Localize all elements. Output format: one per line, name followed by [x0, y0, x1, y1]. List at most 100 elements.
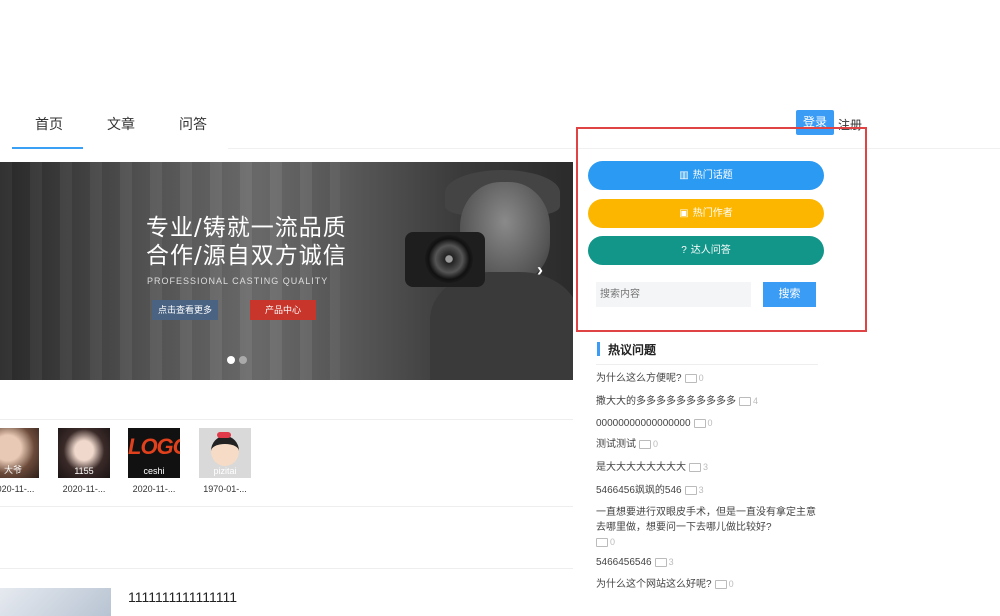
search-button[interactable]: 搜索 [763, 282, 816, 307]
banner-background [0, 162, 340, 380]
banner-carousel[interactable]: 专业/铸就一流品质 合作/源自双方诚信 PROFESSIONAL CASTING… [0, 162, 573, 380]
user-date: 2020-11-... [132, 484, 176, 494]
comment-icon [739, 397, 751, 407]
cartoon-face-icon [211, 436, 239, 466]
hot-authors-button[interactable]: ▣ 热门作者 [588, 199, 824, 228]
user-name: pizitai [213, 466, 237, 476]
expert-qa-button[interactable]: ? 达人问答 [588, 236, 824, 265]
comment-count: 0 [639, 437, 658, 452]
user-date: 2020-11-... [0, 484, 35, 494]
question-text: 撒大大的多多多多多多多多多多 [596, 396, 736, 407]
user-date: 2020-11-... [62, 484, 106, 494]
section-divider [0, 419, 573, 420]
carousel-dot-1[interactable] [227, 356, 235, 364]
image-icon: ▣ [679, 208, 689, 219]
list-item[interactable]: 为什么这个网站这么好呢? 0 [596, 577, 821, 592]
list-item[interactable]: 00000000000000000 0 [596, 416, 821, 431]
list-item[interactable]: 5466456546 3 [596, 555, 821, 570]
banner-subtitle: PROFESSIONAL CASTING QUALITY [147, 276, 329, 286]
tab-articles[interactable]: 文章 [107, 114, 135, 134]
banner-title: 专业/铸就一流品质 合作/源自双方诚信 [146, 214, 347, 270]
product-center-button[interactable]: 产品中心 [250, 300, 316, 320]
comment-count: 3 [684, 483, 704, 498]
question-text: 5466456546 [596, 557, 652, 568]
hot-questions-divider [596, 364, 818, 365]
hot-topics-button[interactable]: ▥ 热门话题 [588, 161, 824, 190]
comment-count: 0 [693, 416, 713, 431]
user-name: 1155 [74, 466, 94, 476]
comment-count: 0 [596, 535, 615, 550]
comment-count-value: 0 [653, 439, 659, 449]
question-text: 为什么这个网站这么好呢? [596, 579, 712, 590]
expert-qa-label: 达人问答 [690, 245, 731, 256]
banner-title-line1: 专业/铸就一流品质 [146, 215, 347, 241]
banner-photo-body [430, 272, 573, 380]
avatar: 大爷 [0, 428, 39, 478]
comment-icon [689, 463, 701, 473]
avatar: 1155 [58, 428, 110, 478]
list-item[interactable]: 为什么这么方便呢? 0 [596, 371, 821, 386]
article-thumbnail[interactable] [0, 588, 111, 616]
comment-count-value: 4 [753, 396, 759, 406]
comment-count-value: 3 [698, 485, 704, 495]
comment-icon [639, 440, 651, 450]
avatar: pizitai [199, 428, 251, 478]
comment-count: 0 [714, 577, 734, 592]
comment-count-value: 0 [728, 579, 734, 589]
cartoon-bow-icon [217, 432, 231, 438]
user-date: 1970-01-... [203, 484, 247, 494]
active-tab-underline [12, 147, 83, 149]
avatar: LOGO ceshi [128, 428, 180, 478]
question-text: 测试测试 [596, 439, 636, 450]
comment-count-value: 0 [707, 418, 713, 428]
section-divider [0, 568, 573, 569]
article-title[interactable]: 1111111111111111 [128, 589, 237, 605]
search-input[interactable] [596, 282, 751, 307]
comment-count: 4 [739, 394, 758, 409]
next-arrow-icon[interactable]: › [537, 260, 543, 281]
hot-authors-label: 热门作者 [692, 208, 733, 219]
comment-count-value: 3 [668, 557, 674, 567]
question-text: 是大大大大大大大大 [596, 462, 686, 473]
question-text: 5466456飒飒的546 [596, 485, 682, 496]
view-more-button[interactable]: 点击查看更多 [152, 300, 218, 320]
list-item[interactable]: 撒大大的多多多多多多多多多多 4 [596, 394, 821, 409]
banner-title-line2: 合作/源自双方诚信 [146, 243, 347, 269]
bar-chart-icon: ▥ [679, 170, 689, 181]
user-card[interactable]: 大爷 2020-11-... [0, 428, 39, 494]
question-text: 00000000000000000 [596, 418, 691, 429]
hot-topics-label: 热门话题 [692, 170, 733, 181]
comment-icon [684, 374, 697, 384]
list-item[interactable]: 测试测试 0 [596, 437, 821, 452]
hot-questions-title: 热议问题 [608, 343, 657, 357]
logo-avatar-text: LOGO [128, 434, 180, 459]
comment-icon [684, 486, 697, 496]
question-circle-icon: ? [681, 245, 687, 256]
banner-photo-lens [425, 235, 473, 283]
comment-count: 3 [654, 555, 674, 570]
list-item[interactable]: 一直想要进行双眼皮手术，但是一直没有拿定主意去哪里做，想要问一下去哪儿做比较好?… [596, 505, 821, 550]
tab-qa[interactable]: 问答 [179, 114, 207, 134]
hot-questions-accent-bar [597, 342, 600, 356]
user-card[interactable]: pizitai 1970-01-... [199, 428, 251, 494]
user-card[interactable]: 1155 2020-11-... [58, 428, 110, 494]
comment-count: 3 [689, 460, 708, 475]
list-item[interactable]: 5466456飒飒的546 3 [596, 483, 821, 498]
section-divider [0, 506, 573, 507]
question-text: 为什么这么方便呢? [596, 373, 682, 384]
comment-count: 0 [684, 371, 704, 386]
user-card[interactable]: LOGO ceshi 2020-11-... [128, 428, 180, 494]
comment-count-value: 0 [698, 373, 704, 383]
comment-icon [714, 580, 727, 590]
comment-count-value: 0 [610, 537, 616, 547]
carousel-dot-2[interactable] [239, 356, 247, 364]
comment-count-value: 3 [703, 462, 709, 472]
tab-home[interactable]: 首页 [35, 114, 63, 134]
comment-icon [596, 538, 608, 548]
question-text: 一直想要进行双眼皮手术，但是一直没有拿定主意去哪里做，想要问一下去哪儿做比较好? [596, 507, 816, 533]
user-name: 大爷 [3, 465, 22, 475]
comment-icon [693, 419, 706, 429]
list-item[interactable]: 是大大大大大大大大 3 [596, 460, 821, 475]
user-name: ceshi [143, 466, 165, 476]
comment-icon [654, 558, 667, 568]
